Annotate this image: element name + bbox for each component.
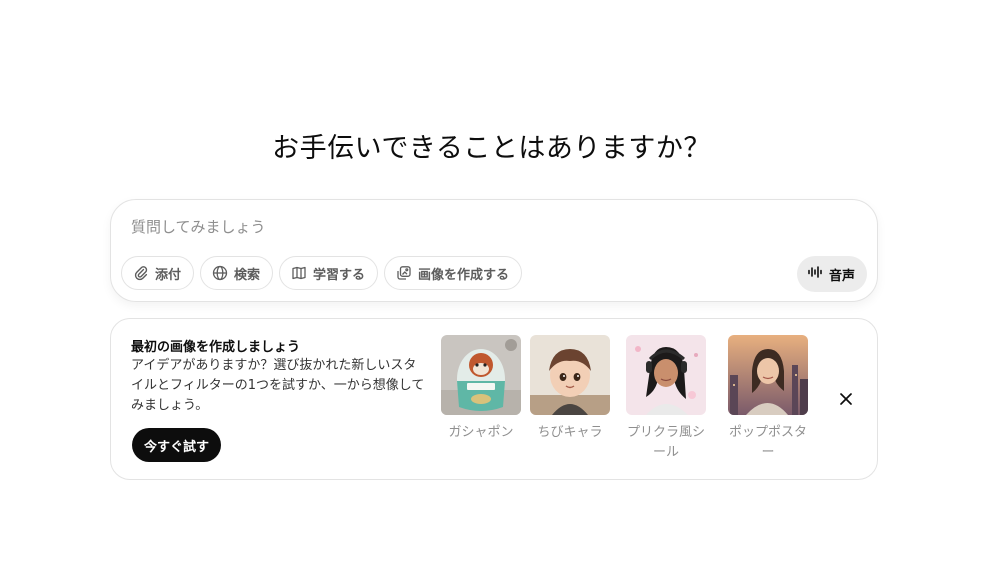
voice-button[interactable]: 音声 — [796, 256, 867, 292]
image-suggestion-card: 最初の画像を作成しましょう アイデアがありますか？選び抜かれた新しいスタイルとフ… — [110, 318, 878, 480]
card-description: アイデアがありますか？選び抜かれた新しいスタイルとフィルターの1つを試すか、一か… — [131, 358, 425, 413]
style-purikura[interactable]: プリクラ風シール — [621, 335, 711, 463]
style-label: ガシャポン — [448, 425, 514, 440]
create-image-button[interactable]: 画像を作成する — [384, 256, 523, 290]
paperclip-icon — [132, 264, 150, 282]
style-label: ちびキャラ — [537, 425, 603, 440]
style-pop-poster[interactable]: ポップポスター — [723, 335, 813, 463]
create-image-label: 画像を作成する — [418, 267, 510, 283]
card-title: 最初の画像を作成しましょう — [131, 340, 301, 355]
gashapon-thumbnail — [441, 335, 521, 415]
attach-label: 添付 — [155, 267, 182, 283]
globe-icon — [211, 264, 229, 282]
study-label: 学習する — [313, 267, 366, 283]
search-button[interactable]: 検索 — [200, 256, 274, 290]
page-title: お手伝いできることはありますか？ — [272, 133, 711, 164]
close-button[interactable] — [835, 389, 857, 411]
composer-tools: 添付 検索 学習する 画像を作成する — [121, 256, 523, 290]
voice-label: 音声 — [828, 268, 855, 284]
purikura-thumbnail — [626, 335, 706, 415]
close-icon — [839, 391, 853, 410]
search-label: 検索 — [234, 267, 261, 283]
try-now-button[interactable]: 今すぐ試す — [132, 428, 222, 462]
style-label: プリクラ風シール — [626, 425, 705, 460]
prompt-input[interactable] — [131, 218, 731, 236]
attach-button[interactable]: 添付 — [121, 256, 195, 290]
study-button[interactable]: 学習する — [279, 256, 379, 290]
style-chibi[interactable]: ちびキャラ — [525, 335, 615, 443]
waveform-icon — [807, 264, 823, 284]
style-label: ポップポスター — [728, 425, 807, 460]
pop-poster-thumbnail — [728, 335, 808, 415]
image-stack-icon — [395, 264, 413, 282]
book-icon — [290, 264, 308, 282]
chibi-thumbnail — [530, 335, 610, 415]
style-gashapon[interactable]: ガシャポン — [436, 335, 526, 443]
composer: 添付 検索 学習する — [110, 199, 878, 302]
